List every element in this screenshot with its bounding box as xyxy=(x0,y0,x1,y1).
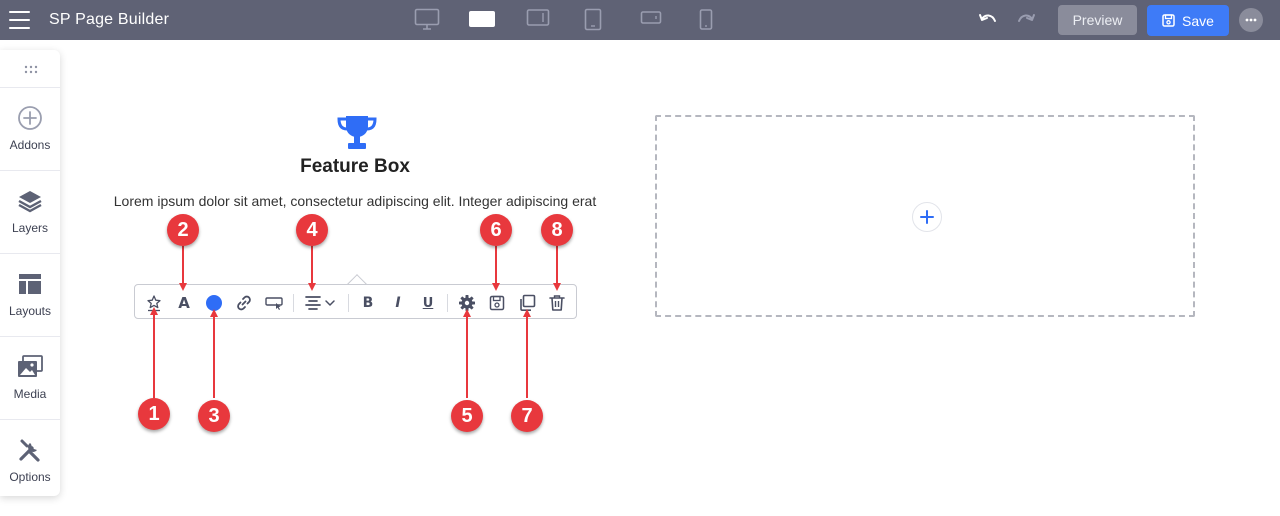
callout-badge-5: 5 xyxy=(451,400,483,432)
callout-badge-6: 6 xyxy=(480,214,512,246)
callout-badge-3: 3 xyxy=(198,400,230,432)
callout-badge-4: 4 xyxy=(296,214,328,246)
callout-badge-1: 1 xyxy=(138,398,170,430)
callout-badge-2: 2 xyxy=(167,214,199,246)
callout-badge-7: 7 xyxy=(511,400,543,432)
callout-badge-8: 8 xyxy=(541,214,573,246)
callout-arrows xyxy=(150,246,561,398)
